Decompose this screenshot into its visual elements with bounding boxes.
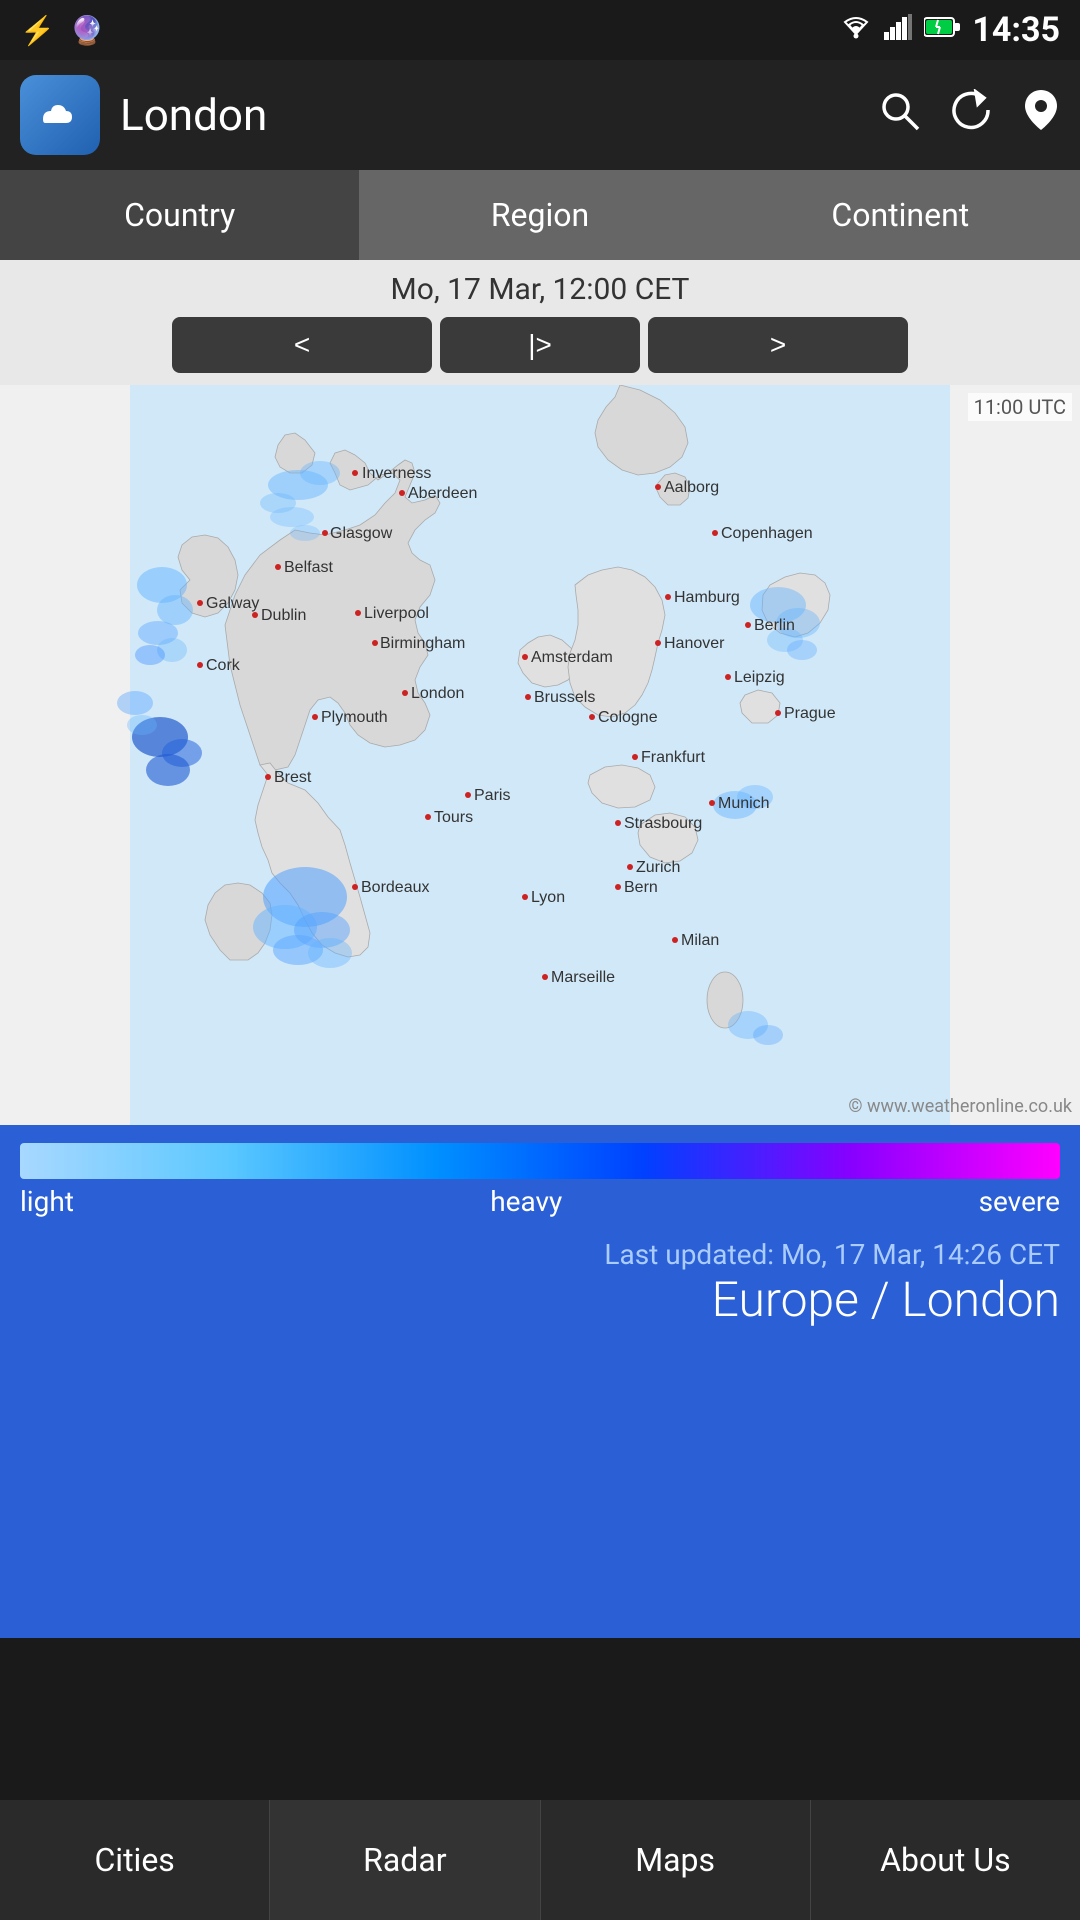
- info-bar: Last updated: Mo, 17 Mar, 14:26 CET Euro…: [0, 1228, 1080, 1348]
- water-drop-icon: 🔮: [70, 14, 105, 47]
- blue-spacer: [0, 1348, 1080, 1638]
- svg-text:Strasbourg: Strasbourg: [624, 815, 702, 832]
- svg-text:Paris: Paris: [474, 787, 510, 804]
- tab-bar: Country Region Continent: [0, 170, 1080, 260]
- legend-gradient: [20, 1143, 1060, 1179]
- battery-icon: [924, 15, 960, 45]
- svg-text:Amsterdam: Amsterdam: [531, 649, 613, 666]
- app-icon: [20, 75, 100, 155]
- svg-text:Prague: Prague: [784, 705, 836, 722]
- svg-text:Glasgow: Glasgow: [330, 525, 393, 542]
- usb-icon: ⚡: [20, 14, 55, 47]
- status-time: 14:35: [972, 10, 1060, 50]
- svg-text:Cork: Cork: [206, 657, 241, 674]
- datetime-display: Mo, 17 Mar, 12:00 CET: [391, 272, 690, 307]
- svg-text:Lyon: Lyon: [531, 889, 565, 906]
- prev-button[interactable]: <: [172, 317, 432, 373]
- svg-text:Birmingham: Birmingham: [380, 635, 465, 652]
- datetime-bar: Mo, 17 Mar, 12:00 CET < |> >: [0, 260, 1080, 385]
- svg-text:Brest: Brest: [274, 769, 312, 786]
- svg-text:Tours: Tours: [434, 809, 473, 826]
- svg-text:Cologne: Cologne: [598, 709, 658, 726]
- nav-about[interactable]: About Us: [811, 1800, 1080, 1920]
- svg-text:Belfast: Belfast: [284, 559, 333, 576]
- nav-cities[interactable]: Cities: [0, 1800, 270, 1920]
- watermark-label: © www.weatheronline.co.uk: [848, 1096, 1072, 1117]
- svg-text:Hanover: Hanover: [664, 635, 725, 652]
- last-updated: Last updated: Mo, 17 Mar, 14:26 CET: [20, 1238, 1060, 1271]
- status-bar: ⚡ 🔮: [0, 0, 1080, 60]
- svg-text:Aalborg: Aalborg: [664, 479, 719, 496]
- legend-labels: light heavy severe: [20, 1185, 1060, 1218]
- location-name: Europe / London: [20, 1271, 1060, 1328]
- svg-text:Bern: Bern: [624, 879, 658, 896]
- tab-continent[interactable]: Continent: [721, 170, 1080, 260]
- svg-text:Bordeaux: Bordeaux: [361, 879, 430, 896]
- svg-text:Hamburg: Hamburg: [674, 589, 740, 606]
- map-area: Inverness Aberdeen Glasgow Belfast Galwa…: [0, 385, 1080, 1125]
- wifi-icon: [840, 14, 872, 47]
- legend-severe: severe: [979, 1185, 1060, 1218]
- tab-region[interactable]: Region: [360, 170, 720, 260]
- header-icons: [878, 88, 1060, 142]
- nav-maps[interactable]: Maps: [541, 1800, 811, 1920]
- svg-text:Liverpool: Liverpool: [364, 605, 429, 622]
- search-icon[interactable]: [878, 89, 920, 141]
- utc-label: 11:00 UTC: [968, 393, 1072, 421]
- refresh-icon[interactable]: [950, 89, 992, 141]
- nav-radar[interactable]: Radar: [270, 1800, 540, 1920]
- status-right-icons: 14:35: [840, 10, 1060, 50]
- legend-light: light: [20, 1185, 74, 1218]
- nav-buttons: < |> >: [172, 317, 908, 373]
- svg-text:Berlin: Berlin: [754, 617, 795, 634]
- svg-text:Milan: Milan: [681, 932, 719, 949]
- legend-bar: light heavy severe: [0, 1125, 1080, 1228]
- svg-text:Galway: Galway: [206, 595, 259, 612]
- next-button[interactable]: >: [648, 317, 908, 373]
- svg-text:Aberdeen: Aberdeen: [408, 485, 477, 502]
- svg-text:Marseille: Marseille: [551, 969, 615, 986]
- svg-text:Munich: Munich: [718, 795, 770, 812]
- tab-country[interactable]: Country: [0, 170, 360, 260]
- app-title: London: [120, 89, 858, 141]
- svg-text:Leipzig: Leipzig: [734, 669, 785, 686]
- svg-text:Dublin: Dublin: [261, 607, 306, 624]
- status-left-icons: ⚡ 🔮: [20, 14, 105, 47]
- signal-icon: [884, 14, 912, 47]
- bottom-nav: Cities Radar Maps About Us: [0, 1800, 1080, 1920]
- svg-text:London: London: [411, 685, 464, 702]
- svg-text:Zurich: Zurich: [636, 859, 680, 876]
- now-button[interactable]: |>: [440, 317, 640, 373]
- svg-text:Plymouth: Plymouth: [321, 709, 388, 726]
- location-icon[interactable]: [1022, 88, 1060, 142]
- svg-text:Brussels: Brussels: [534, 689, 595, 706]
- svg-text:Frankfurt: Frankfurt: [641, 749, 706, 766]
- legend-heavy: heavy: [490, 1185, 562, 1218]
- svg-text:Inverness: Inverness: [362, 465, 431, 482]
- svg-text:Copenhagen: Copenhagen: [721, 525, 813, 542]
- app-header: London: [0, 60, 1080, 170]
